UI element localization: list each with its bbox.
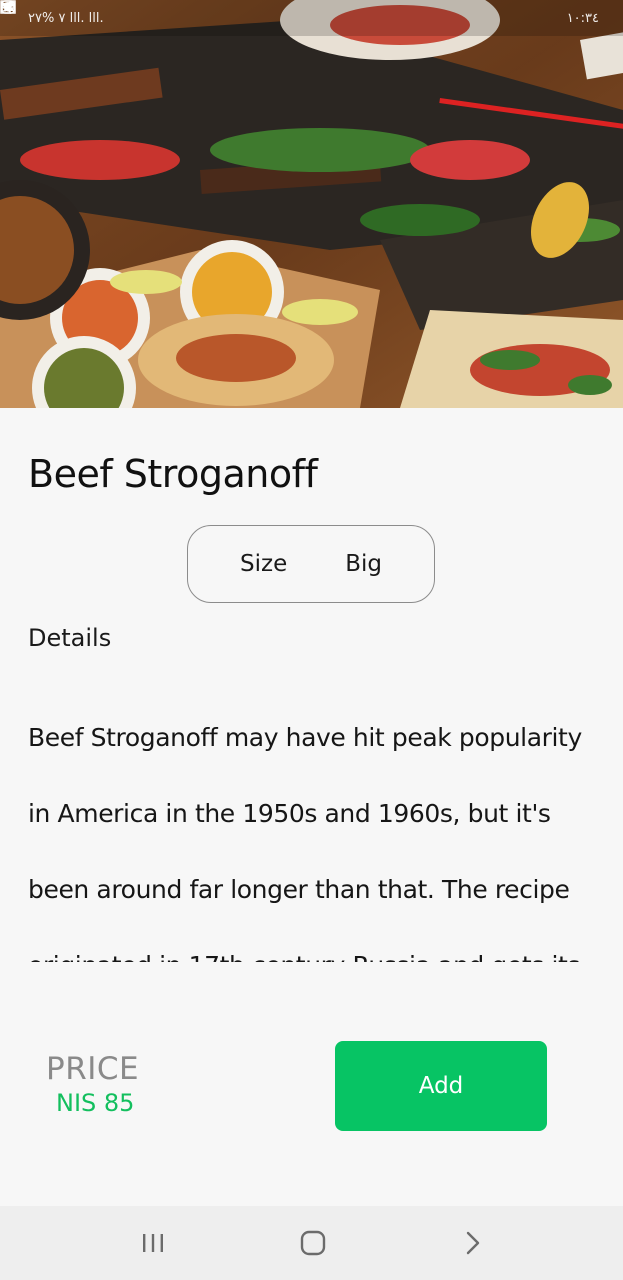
back-icon — [466, 1231, 480, 1255]
status-left: ٧ %٢٧ lll. lll. — [1, 1, 104, 26]
food-platter-image — [0, 0, 623, 408]
dish-description: Beef Stroganoff may have hit peak popula… — [28, 723, 582, 962]
hero-image: ٧ %٢٧ lll. lll. ١٠:٣٤ — [0, 0, 623, 408]
status-clock: ١٠:٣٤ — [566, 10, 599, 26]
recents-icon — [143, 1234, 163, 1252]
price-label: PRICE — [46, 1051, 140, 1087]
add-button[interactable]: Add — [335, 1041, 547, 1131]
size-chip[interactable]: Size Big — [187, 525, 435, 603]
system-nav-bar — [0, 1206, 623, 1280]
price-block: PRICE NIS 85 — [46, 1050, 139, 1118]
status-right: ١٠:٣٤ — [0, 0, 599, 26]
description-scroll-area[interactable]: Beef Stroganoff may have hit peak popula… — [28, 700, 603, 962]
status-left-text: ٧ %٢٧ lll. lll. — [28, 10, 104, 26]
details-heading: Details — [28, 624, 112, 652]
price-value: NIS 85 — [56, 1089, 135, 1117]
status-bar: ٧ %٢٧ lll. lll. ١٠:٣٤ — [0, 0, 623, 36]
size-label: Size — [240, 551, 288, 577]
home-button[interactable] — [293, 1223, 333, 1263]
gallery-icon — [0, 0, 16, 14]
size-value: Big — [345, 551, 382, 577]
dish-title: Beef Stroganoff — [28, 452, 318, 496]
home-icon — [300, 1230, 326, 1256]
back-button[interactable] — [453, 1223, 493, 1263]
recents-button[interactable] — [133, 1223, 173, 1263]
